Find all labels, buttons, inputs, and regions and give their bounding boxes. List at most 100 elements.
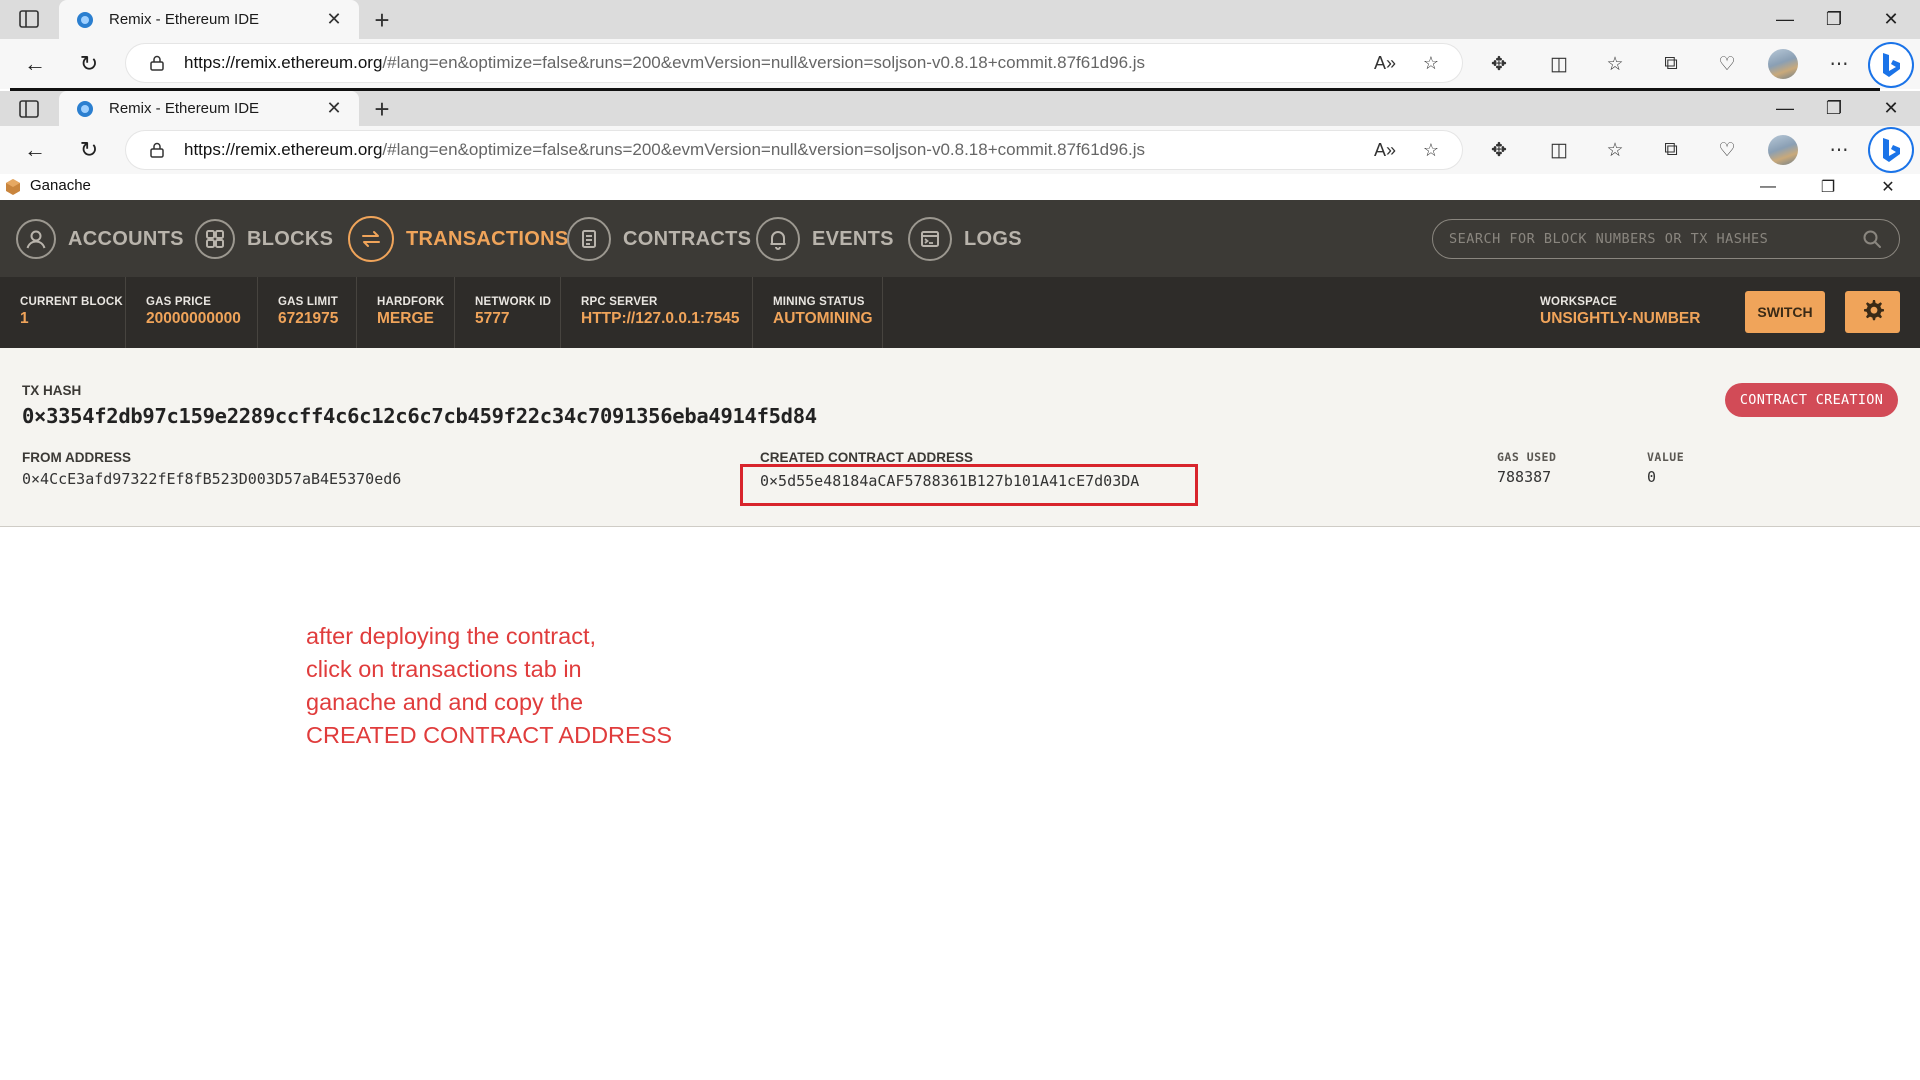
- outer-url-text: https://remix.ethereum.org/#lang=en&opti…: [184, 53, 1146, 72]
- remix-favicon-icon: [75, 10, 95, 30]
- read-aloud-icon[interactable]: A»: [1370, 135, 1400, 165]
- read-aloud-icon[interactable]: A»: [1370, 48, 1400, 78]
- stat-label: CURRENT BLOCK: [20, 296, 123, 308]
- close-window-button[interactable]: ✕: [1862, 0, 1920, 39]
- close-tab-icon[interactable]: ✕: [323, 9, 345, 31]
- outer-address-row: ← ↻ https://remix.ethereum.org/#lang=en&…: [0, 39, 1920, 89]
- workspace-label: WORKSPACE: [1540, 296, 1617, 308]
- search-box[interactable]: SEARCH FOR BLOCK NUMBERS OR TX HASHES: [1432, 219, 1900, 259]
- stat-value: AUTOMINING: [773, 310, 873, 327]
- tab-accounts-label: ACCOUNTS: [68, 227, 184, 250]
- stat-current-block: CURRENT BLOCK 1: [0, 277, 126, 348]
- back-button[interactable]: ←: [20, 49, 50, 79]
- stat-rpc-server: RPC SERVER HTTP://127.0.0.1:7545: [561, 277, 753, 348]
- contract-creation-badge: CONTRACT CREATION: [1725, 383, 1898, 417]
- favorites-icon[interactable]: ☆: [1600, 135, 1630, 165]
- collections-icon[interactable]: ⧉: [1656, 135, 1686, 165]
- ganache-nav-bar: ACCOUNTS BLOCKS TRANSACTIONS CONTRACTS E…: [0, 200, 1920, 277]
- blocks-icon: [195, 219, 235, 259]
- bing-copilot-icon[interactable]: [1870, 129, 1912, 171]
- stat-label: MINING STATUS: [773, 296, 865, 308]
- favorite-star-icon[interactable]: ☆: [1416, 48, 1446, 78]
- tab-blocks[interactable]: BLOCKS: [195, 217, 333, 261]
- outer-tab-remix[interactable]: Remix - Ethereum IDE ✕: [59, 0, 359, 39]
- tab-blocks-label: BLOCKS: [247, 227, 334, 250]
- value-label: VALUE: [1647, 450, 1685, 464]
- tab-logs-label: LOGS: [964, 227, 1022, 250]
- restore-button[interactable]: ❐: [1805, 0, 1863, 39]
- restore-button[interactable]: ❐: [1805, 91, 1863, 126]
- stat-value: 20000000000: [146, 310, 241, 327]
- close-tab-icon[interactable]: ✕: [323, 98, 345, 120]
- lock-icon[interactable]: [148, 141, 166, 159]
- stat-label: GAS LIMIT: [278, 296, 338, 308]
- highlight-box: [740, 464, 1198, 506]
- settings-button[interactable]: [1845, 291, 1900, 333]
- ganache-window-title: Ganache: [30, 177, 91, 194]
- tab-logs[interactable]: LOGS: [908, 217, 1022, 261]
- lock-icon[interactable]: [148, 54, 166, 72]
- tx-hash-value: 0×3354f2db97c159e2289ccff4c6c12c6c7cb459…: [22, 404, 817, 428]
- stat-label: HARDFORK: [377, 296, 445, 308]
- new-tab-button[interactable]: +: [368, 94, 396, 124]
- back-button[interactable]: ←: [20, 135, 50, 165]
- tab-transactions-label: TRANSACTIONS: [406, 227, 569, 250]
- ganache-logo-icon: [4, 178, 22, 196]
- ganache-close-button[interactable]: ✕: [1868, 174, 1908, 200]
- tab-events[interactable]: EVENTS: [756, 217, 894, 261]
- refresh-button[interactable]: ↻: [74, 135, 104, 165]
- annotation-line: ganache and and copy the: [306, 689, 584, 715]
- favorites-icon[interactable]: ☆: [1600, 49, 1630, 79]
- stat-value: HTTP://127.0.0.1:7545: [581, 310, 740, 327]
- bing-copilot-icon[interactable]: [1870, 44, 1912, 86]
- favorite-star-icon[interactable]: ☆: [1416, 135, 1446, 165]
- extensions-icon[interactable]: ✥: [1484, 135, 1514, 165]
- stat-network-id: NETWORK ID 5777: [455, 277, 561, 348]
- from-address-label: FROM ADDRESS: [22, 450, 132, 465]
- annotation-note: after deploying the contract, click on t…: [306, 620, 726, 752]
- tab-contracts-label: CONTRACTS: [623, 227, 752, 250]
- value-value: 0: [1647, 468, 1657, 486]
- browser-essentials-icon[interactable]: ♡: [1712, 49, 1742, 79]
- browser-essentials-icon[interactable]: ♡: [1712, 135, 1742, 165]
- search-input[interactable]: SEARCH FOR BLOCK NUMBERS OR TX HASHES: [1449, 231, 1859, 247]
- split-screen-icon[interactable]: ◫: [1544, 49, 1574, 79]
- more-menu-icon[interactable]: ⋯: [1824, 135, 1854, 165]
- bell-icon: [756, 217, 800, 261]
- profile-avatar[interactable]: [1768, 135, 1798, 165]
- stat-workspace: WORKSPACE UNSIGHTLY-NUMBER: [1520, 277, 1740, 348]
- inner-tab-title: Remix - Ethereum IDE: [109, 100, 260, 117]
- stat-mining-status: MINING STATUS AUTOMINING: [753, 277, 883, 348]
- extensions-icon[interactable]: ✥: [1484, 49, 1514, 79]
- collections-icon[interactable]: ⧉: [1656, 49, 1686, 79]
- refresh-button[interactable]: ↻: [74, 49, 104, 79]
- outer-address-bar[interactable]: https://remix.ethereum.org/#lang=en&opti…: [126, 44, 1462, 82]
- switch-workspace-button[interactable]: SWITCH: [1745, 291, 1825, 333]
- close-window-button[interactable]: ✕: [1862, 91, 1920, 126]
- transactions-icon: [348, 216, 394, 262]
- stat-gas-limit: GAS LIMIT 6721975: [258, 277, 357, 348]
- tab-accounts[interactable]: ACCOUNTS: [16, 217, 184, 261]
- tab-transactions[interactable]: TRANSACTIONS: [348, 216, 569, 262]
- inner-address-bar[interactable]: https://remix.ethereum.org/#lang=en&opti…: [126, 131, 1462, 169]
- tab-contracts[interactable]: CONTRACTS: [567, 217, 751, 261]
- inner-tab-remix[interactable]: Remix - Ethereum IDE ✕: [59, 91, 359, 126]
- tx-hash-label: TX HASH: [22, 383, 82, 398]
- created-contract-address-label: CREATED CONTRACT ADDRESS: [760, 450, 974, 465]
- more-menu-icon[interactable]: ⋯: [1824, 49, 1854, 79]
- remix-favicon-icon: [75, 99, 95, 119]
- stat-value: 5777: [475, 310, 510, 327]
- ganache-titlebar: Ganache — ❐ ✕: [0, 174, 1920, 200]
- new-tab-button[interactable]: +: [368, 5, 396, 35]
- ganache-stats-bar: CURRENT BLOCK 1 GAS PRICE 20000000000 GA…: [0, 277, 1920, 348]
- tab-actions-icon[interactable]: [18, 99, 40, 119]
- split-screen-icon[interactable]: ◫: [1544, 135, 1574, 165]
- ganache-restore-button[interactable]: ❐: [1808, 174, 1848, 200]
- inner-url-text: https://remix.ethereum.org/#lang=en&opti…: [184, 140, 1146, 159]
- profile-avatar[interactable]: [1768, 49, 1798, 79]
- annotation-line: after deploying the contract,: [306, 623, 597, 649]
- tab-actions-icon[interactable]: [18, 9, 40, 29]
- stat-gas-price: GAS PRICE 20000000000: [126, 277, 258, 348]
- search-icon[interactable]: [1859, 226, 1885, 252]
- ganache-minimize-button[interactable]: —: [1748, 174, 1788, 200]
